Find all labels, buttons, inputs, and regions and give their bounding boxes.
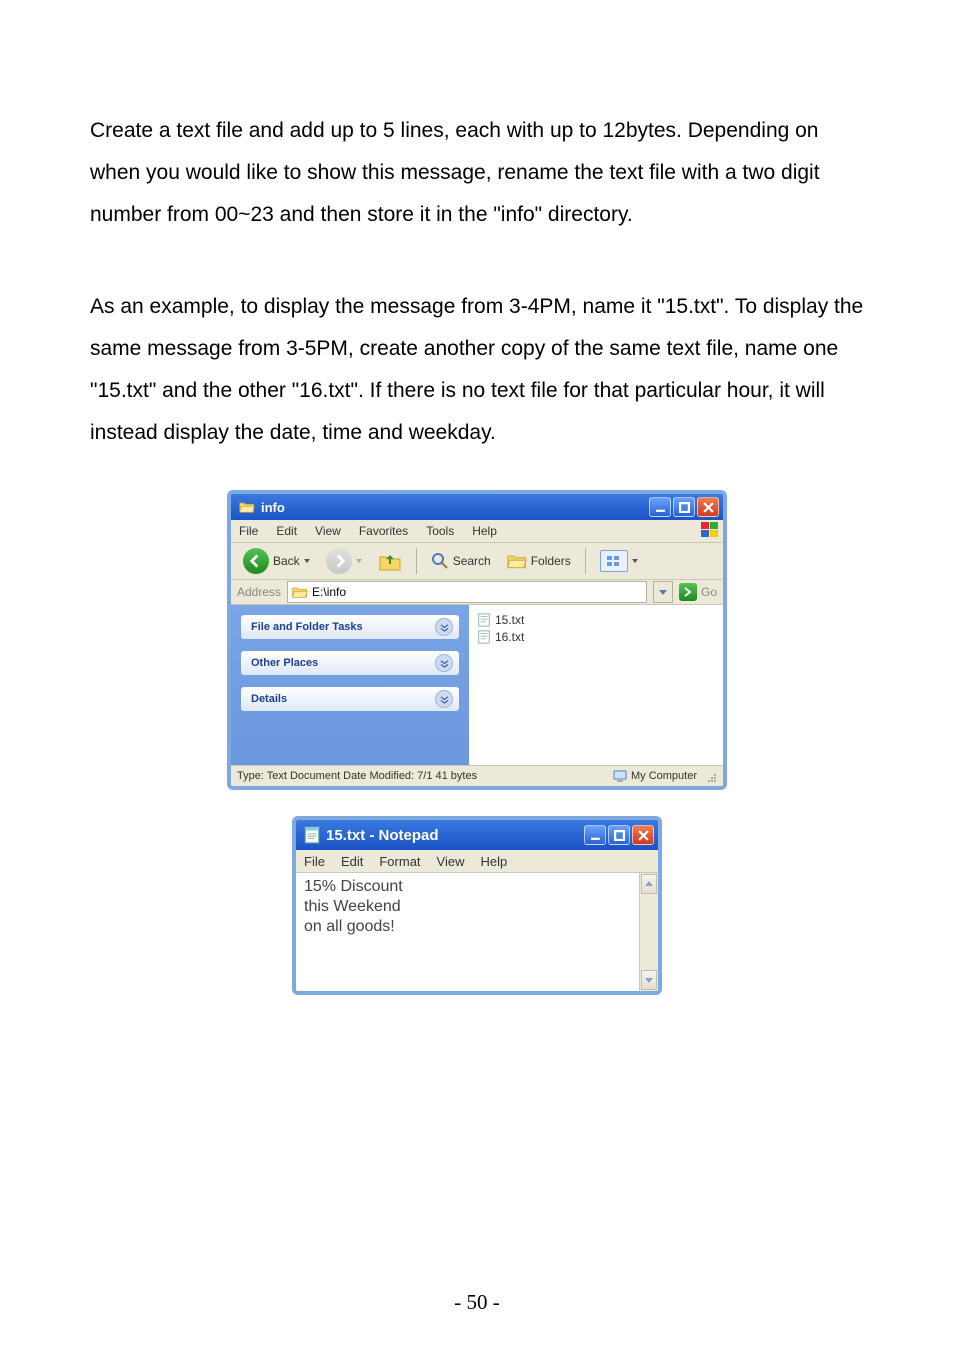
menu-file[interactable]: File: [239, 524, 258, 538]
menu-edit[interactable]: Edit: [276, 524, 297, 538]
folder-open-icon: [239, 500, 255, 514]
menu-format[interactable]: Format: [379, 854, 420, 869]
task-label: File and Folder Tasks: [251, 621, 363, 633]
close-button[interactable]: [632, 825, 654, 845]
menu-view[interactable]: View: [315, 524, 341, 538]
chevron-down-double-icon: [440, 695, 449, 704]
task-other-places[interactable]: Other Places: [241, 651, 459, 675]
explorer-toolbar: Back Search: [231, 543, 723, 580]
notepad-titlebar[interactable]: 15.txt - Notepad: [296, 820, 658, 850]
status-bar: Type: Text Document Date Modified: 7/1 4…: [231, 765, 723, 786]
file-name: 15.txt: [495, 613, 524, 627]
maximize-button[interactable]: [673, 497, 695, 517]
menu-edit[interactable]: Edit: [341, 854, 363, 869]
menu-tools[interactable]: Tools: [426, 524, 454, 538]
tasks-panel: File and Folder Tasks Other Places Detai…: [231, 605, 469, 765]
address-label: Address: [237, 585, 281, 599]
collapse-button[interactable]: [435, 654, 453, 672]
status-text: Type: Text Document Date Modified: 7/1 4…: [237, 770, 477, 782]
status-location: My Computer: [631, 770, 697, 782]
task-file-folder[interactable]: File and Folder Tasks: [241, 615, 459, 639]
menu-favorites[interactable]: Favorites: [359, 524, 408, 538]
scrollbar[interactable]: [639, 873, 658, 991]
folders-icon: [507, 552, 527, 570]
folder-up-icon: [378, 550, 402, 572]
separator: [585, 548, 586, 574]
back-label: Back: [273, 554, 300, 568]
go-button[interactable]: Go: [679, 583, 717, 601]
notepad-textarea[interactable]: 15% Discount this Weekend on all goods!: [296, 873, 639, 991]
notepad-menubar: File Edit Format View Help: [296, 850, 658, 873]
chevron-down-icon: [645, 976, 653, 984]
explorer-menubar: File Edit View Favorites Tools Help: [231, 520, 723, 543]
menu-help[interactable]: Help: [480, 854, 507, 869]
close-button[interactable]: [697, 497, 719, 517]
search-button[interactable]: Search: [425, 550, 497, 572]
menu-file[interactable]: File: [304, 854, 325, 869]
explorer-window: info File Edit View Favorites Tools Help: [227, 490, 727, 790]
list-item[interactable]: 15.txt: [477, 611, 715, 628]
notepad-icon: [304, 826, 320, 844]
dropdown-arrow-icon: [356, 558, 362, 564]
explorer-client-area: File and Folder Tasks Other Places Detai…: [231, 605, 723, 765]
menu-view[interactable]: View: [437, 854, 465, 869]
page-number: - 50 -: [0, 1290, 954, 1315]
search-icon: [431, 552, 449, 570]
notepad-window: 15.txt - Notepad File Edit Format View H…: [292, 816, 662, 995]
text-file-icon: [477, 613, 491, 627]
scroll-up-button[interactable]: [641, 874, 657, 894]
address-dropdown-button[interactable]: [653, 581, 673, 603]
folders-button[interactable]: Folders: [501, 550, 577, 572]
collapse-button[interactable]: [435, 618, 453, 636]
task-label: Details: [251, 693, 287, 705]
dropdown-arrow-icon: [304, 558, 310, 564]
folder-open-icon: [292, 585, 308, 599]
views-icon: [600, 550, 628, 572]
text-file-icon: [477, 630, 491, 644]
separator: [416, 548, 417, 574]
minimize-button[interactable]: [584, 825, 606, 845]
explorer-title: info: [261, 500, 285, 515]
chevron-down-icon: [659, 588, 667, 596]
file-name: 16.txt: [495, 630, 524, 644]
address-input[interactable]: E:\info: [287, 581, 647, 603]
search-label: Search: [453, 554, 491, 568]
my-computer-icon: [613, 769, 627, 783]
back-button[interactable]: Back: [237, 546, 316, 576]
paragraph-2: As an example, to display the message fr…: [90, 286, 864, 454]
go-label: Go: [701, 585, 717, 599]
explorer-titlebar[interactable]: info: [231, 494, 723, 520]
forward-button[interactable]: [320, 546, 368, 576]
paragraph-1: Create a text file and add up to 5 lines…: [90, 110, 864, 236]
up-button[interactable]: [372, 548, 408, 574]
chevron-up-icon: [645, 880, 653, 888]
list-item[interactable]: 16.txt: [477, 628, 715, 645]
notepad-title: 15.txt - Notepad: [326, 827, 439, 844]
go-arrow-icon: [679, 583, 697, 601]
chevron-down-double-icon: [440, 623, 449, 632]
folders-label: Folders: [531, 554, 571, 568]
minimize-button[interactable]: [649, 497, 671, 517]
address-bar: Address E:\info Go: [231, 580, 723, 605]
task-label: Other Places: [251, 657, 318, 669]
menu-help[interactable]: Help: [472, 524, 497, 538]
task-details[interactable]: Details: [241, 687, 459, 711]
views-button[interactable]: [594, 548, 644, 574]
file-list[interactable]: 15.txt 16.txt: [469, 605, 723, 765]
dropdown-arrow-icon: [632, 558, 638, 564]
notepad-client: 15% Discount this Weekend on all goods!: [296, 873, 658, 991]
chevron-down-double-icon: [440, 659, 449, 668]
resize-grip[interactable]: [703, 769, 717, 783]
maximize-button[interactable]: [608, 825, 630, 845]
scroll-down-button[interactable]: [641, 970, 657, 990]
address-path: E:\info: [312, 585, 346, 599]
windows-flag-icon: [701, 522, 719, 538]
collapse-button[interactable]: [435, 690, 453, 708]
